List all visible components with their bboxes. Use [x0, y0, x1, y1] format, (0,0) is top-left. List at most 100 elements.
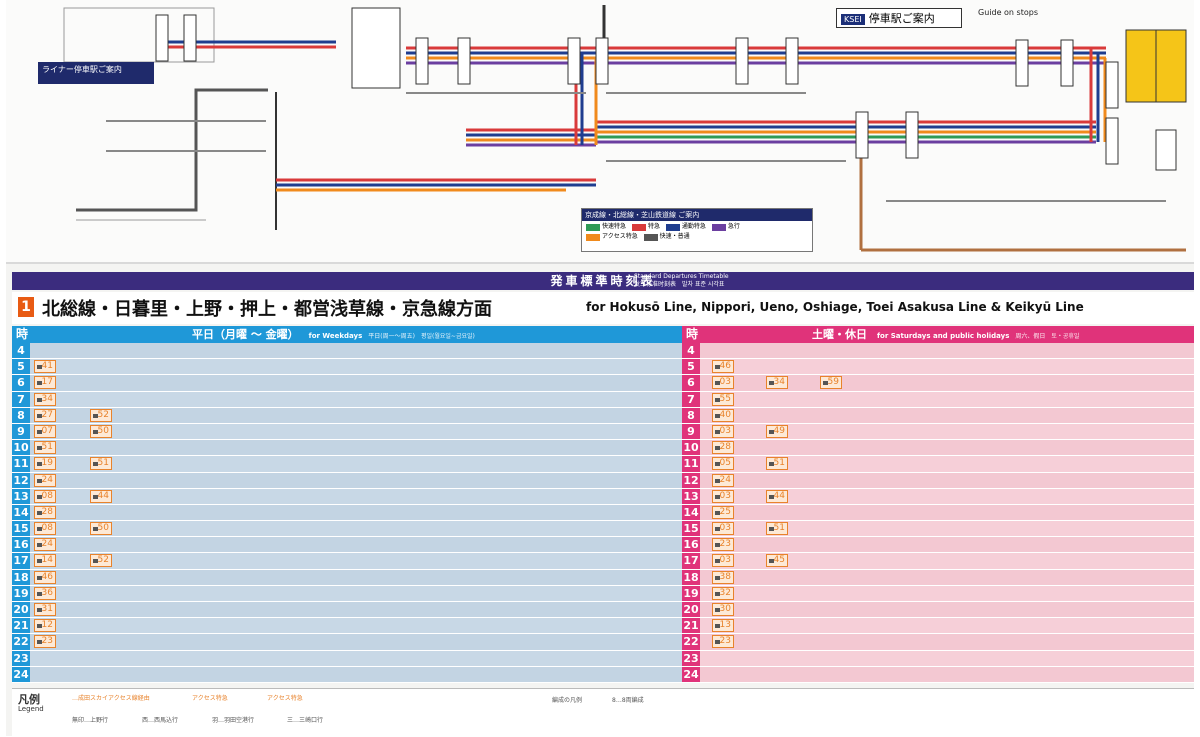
legend-note: 西…西馬込行	[142, 717, 179, 724]
departure-minute: 14	[34, 554, 56, 568]
departure-minute: 07	[34, 424, 56, 438]
hour-cell: 23	[12, 650, 30, 666]
hour-row: 24	[12, 666, 682, 683]
hour-label: 時	[15, 327, 28, 341]
hour-cell: 6	[12, 375, 30, 391]
departure-minute: 24	[34, 538, 56, 552]
departure-minute: 03	[712, 376, 734, 390]
departure-minute: 32	[712, 586, 734, 600]
legend-access-express-alt: アクセス特急	[267, 695, 303, 702]
departure-minute: 41	[34, 360, 56, 374]
hour-row: 4	[12, 343, 682, 360]
legend-access-express: アクセス特急	[192, 695, 228, 702]
hour-cell: 24	[682, 666, 700, 682]
departure-minute: 03	[712, 554, 734, 568]
departure-minute: 08	[34, 489, 56, 503]
keisei-logo: KSEI	[841, 14, 865, 25]
legend-item: アクセス特急	[602, 233, 638, 240]
hour-cell: 11	[12, 456, 30, 472]
hour-cell: 7	[12, 391, 30, 407]
hour-cell: 22	[12, 634, 30, 650]
route-map: ライナー停車駅ご案内 KSEI 停車駅ご案内 Guide on stops 京成線…	[6, 0, 1194, 264]
direction-jp: 北総線・日暮里・上野・押上・都営浅草線・京急線方面	[42, 299, 492, 320]
timetable: 発車標準時刻表 Standard Departures Timetable 发车…	[6, 268, 1194, 737]
hour-row: 17 14 52	[12, 553, 682, 570]
weekday-header: 時 平日（月曜 〜 金曜） for Weekdays 平日(周一〜周五) 평일(월요…	[12, 326, 682, 343]
legend-item: 特急	[647, 223, 660, 230]
departure-minute: 50	[90, 424, 112, 438]
hour-row: 5 46	[682, 359, 1194, 376]
hour-row: 6 17	[12, 375, 682, 392]
hour-row: 11 05 51	[682, 456, 1194, 473]
departure-minute: 27	[34, 408, 56, 422]
hour-cell: 21	[12, 618, 30, 634]
departure-minute: 59	[820, 376, 842, 390]
weekday-title-en: for Weekdays	[308, 332, 363, 340]
weekday-rows: 4 5 41 6 17 7 34 8 27 52 9 07 50 10 51 11 19 51 12 24 13 08 44…	[12, 343, 682, 683]
departure-minute: 34	[34, 392, 56, 406]
hour-row: 24	[682, 666, 1194, 683]
hour-row: 16 23	[682, 537, 1194, 554]
weekday-title-other: 平日(周一〜周五) 평일(월요일~금요일)	[368, 333, 475, 340]
legend-title-en: Legend	[18, 705, 44, 713]
departure-minute: 36	[34, 586, 56, 600]
stop-guide-title: KSEI 停車駅ご案内	[836, 8, 962, 28]
holiday-title-jp: 土曜・休日	[812, 328, 867, 341]
direction-en: for Hokusō Line, Nippori, Ueno, Oshiage,…	[586, 300, 1084, 314]
hour-row: 22 23	[682, 634, 1194, 651]
hour-row: 15 08 50	[12, 521, 682, 538]
departure-minute: 49	[766, 424, 788, 438]
departure-minute: 03	[712, 424, 734, 438]
hour-row: 9 03 49	[682, 423, 1194, 441]
hour-row: 12 24	[12, 472, 682, 489]
hour-cell: 14	[682, 504, 700, 521]
hour-cell: 14	[12, 504, 30, 521]
legend-item: 快速特急	[602, 223, 627, 230]
stop-guide-label: 停車駅ご案内	[868, 12, 935, 25]
weekday-title-jp: 平日（月曜 〜 金曜）	[192, 328, 299, 341]
holiday-header: 時 土曜・休日 for Saturdays and public holidays…	[682, 326, 1194, 343]
hour-row: 18 38	[682, 569, 1194, 586]
hour-row: 10 51	[12, 440, 682, 457]
legend: 凡例 Legend …成田スカイアクセス線経由 アクセス特急 アクセス特急 無印…	[12, 688, 1194, 737]
hour-cell: 8	[682, 407, 700, 423]
departure-minute: 51	[766, 457, 788, 471]
holiday-title-en: for Saturdays and public holidays	[877, 332, 1010, 340]
departure-minute: 24	[712, 473, 734, 487]
hour-row: 21 13	[682, 618, 1194, 635]
hour-row: 20 31	[12, 602, 682, 619]
hour-cell: 19	[12, 585, 30, 601]
timetable-title-en: Standard Departures Timetable	[634, 273, 729, 280]
liner-guide-label: ライナー停車駅ご案内	[42, 65, 122, 74]
departure-minute: 44	[766, 489, 788, 503]
departure-minute: 28	[712, 441, 734, 455]
hour-cell: 15	[682, 521, 700, 537]
departure-minute: 12	[34, 619, 56, 633]
hour-row: 14 28	[12, 504, 682, 522]
hour-cell: 11	[682, 456, 700, 472]
departure-minute: 23	[712, 635, 734, 649]
hour-cell: 15	[12, 521, 30, 537]
hour-cell: 19	[682, 585, 700, 601]
hour-cell: 18	[682, 569, 700, 585]
hour-cell: 20	[12, 602, 30, 618]
hour-cell: 10	[682, 440, 700, 456]
departure-minute: 03	[712, 522, 734, 536]
map-legend: 京成線・北総線・芝山鉄道線 ご案内 快速特急 特急 通勤特急 急行 アクセス特急…	[581, 208, 813, 252]
stop-guide-en: Guide on stops	[978, 8, 1038, 17]
hour-cell: 8	[12, 407, 30, 423]
departure-minute: 34	[766, 376, 788, 390]
map-legend-items: 快速特急 特急 通勤特急 急行 アクセス特急 快速・普通	[582, 221, 812, 241]
hour-row: 20 30	[682, 602, 1194, 619]
holiday-rows: 4 5 46 6 03 34 59 7 55 8 40 9 03 49 10 28 11 05 51 12 24 13 03…	[682, 343, 1194, 683]
legend-note: 8…8両編成	[612, 697, 644, 704]
departure-minute: 55	[712, 392, 734, 406]
hour-row: 11 19 51	[12, 456, 682, 473]
hour-row: 23	[682, 650, 1194, 667]
departure-minute: 52	[90, 408, 112, 422]
departure-minute: 46	[34, 570, 56, 584]
hour-row: 23	[12, 650, 682, 667]
legend-note: 三…三崎口行	[287, 717, 324, 724]
hour-row: 6 03 34 59	[682, 375, 1194, 392]
departure-minute: 44	[90, 489, 112, 503]
